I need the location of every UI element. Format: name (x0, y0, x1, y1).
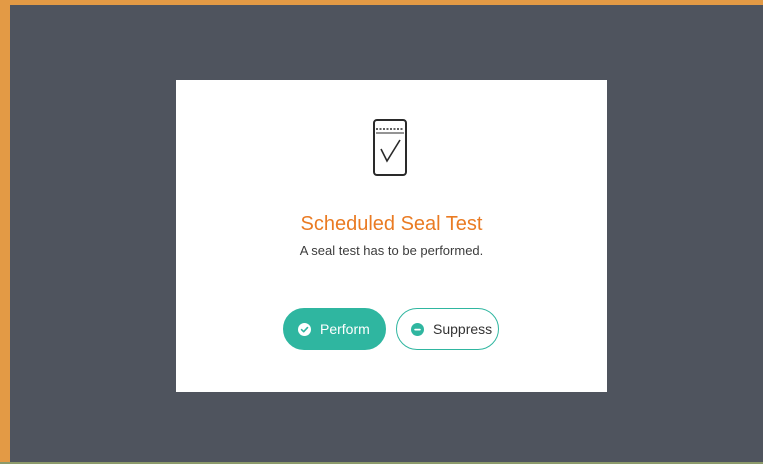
phone-checkmark-icon (372, 118, 412, 178)
suppress-button[interactable]: Suppress (396, 308, 499, 350)
suppress-label: Suppress (433, 321, 493, 337)
dialog-message: A seal test has to be performed. (299, 243, 484, 258)
seal-test-dialog: Scheduled Seal Test A seal test has to b… (176, 80, 607, 392)
check-circle-icon (298, 322, 311, 336)
dialog-title: Scheduled Seal Test (300, 213, 483, 235)
perform-label: Perform (320, 321, 370, 337)
minus-circle-icon (411, 322, 424, 336)
perform-button[interactable]: Perform (283, 308, 386, 350)
